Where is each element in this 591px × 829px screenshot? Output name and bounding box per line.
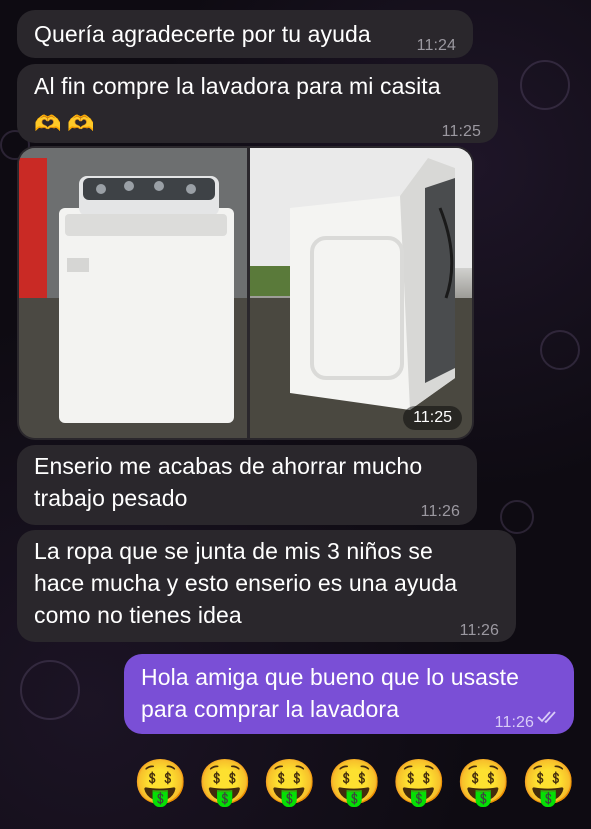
money-emoji: 🤑 (262, 757, 318, 808)
message-time: 11:26 (494, 714, 534, 731)
washer-side-illustration (250, 148, 472, 438)
wallpaper-doodle (500, 500, 534, 534)
money-emoji: 🤑 (133, 757, 188, 808)
message-text: Hola amiga que bueno que lo usaste para … (141, 664, 520, 722)
message-bubble[interactable]: Enserio me acabas de ahorrar mucho traba… (17, 445, 477, 525)
message-text: Quería agradecerte por tu ayuda (34, 21, 371, 47)
message-bubble[interactable]: La ropa que se junta de mis 3 niños se h… (17, 530, 516, 642)
message-bubble[interactable]: Al fin compre la lavadora para mi casita… (17, 64, 498, 143)
message-text: Enserio me acabas de ahorrar mucho traba… (34, 453, 423, 511)
money-emoji: 🤑 (456, 757, 512, 808)
photo-time: 11:25 (403, 406, 462, 430)
message-time: 11:26 (420, 503, 460, 520)
wallpaper-doodle (540, 330, 580, 370)
money-emoji: 🤑 (391, 757, 447, 808)
message-time: 11:26 (459, 622, 499, 639)
washing-machine-photo-front[interactable] (19, 148, 247, 438)
washer-front-illustration (19, 148, 247, 438)
message-bubble-outgoing[interactable]: Hola amiga que bueno que lo usaste para … (124, 654, 574, 734)
washing-machine-photo-side[interactable] (250, 148, 472, 438)
money-emoji: 🤑 (326, 757, 382, 808)
photo-message[interactable]: 11:25 (17, 146, 474, 440)
message-time: 11:24 (416, 37, 456, 54)
emoji-message[interactable]: 🤑 🤑 🤑 🤑 🤑 🤑 🤑 (133, 752, 576, 814)
message-bubble[interactable]: Quería agradecerte por tu ayuda 11:24 (17, 10, 473, 58)
money-emoji: 🤑 (197, 757, 253, 808)
message-text: La ropa que se junta de mis 3 niños se h… (34, 538, 458, 628)
double-check-icon (537, 711, 556, 724)
money-emoji: 🤑 (520, 757, 576, 808)
wallpaper-doodle (20, 660, 80, 720)
message-time: 11:25 (441, 123, 481, 140)
heart-hands-emoji: 🫶🫶 (34, 111, 101, 136)
message-text: Al fin compre la lavadora para mi casita (34, 73, 441, 99)
wallpaper-doodle (520, 60, 570, 110)
